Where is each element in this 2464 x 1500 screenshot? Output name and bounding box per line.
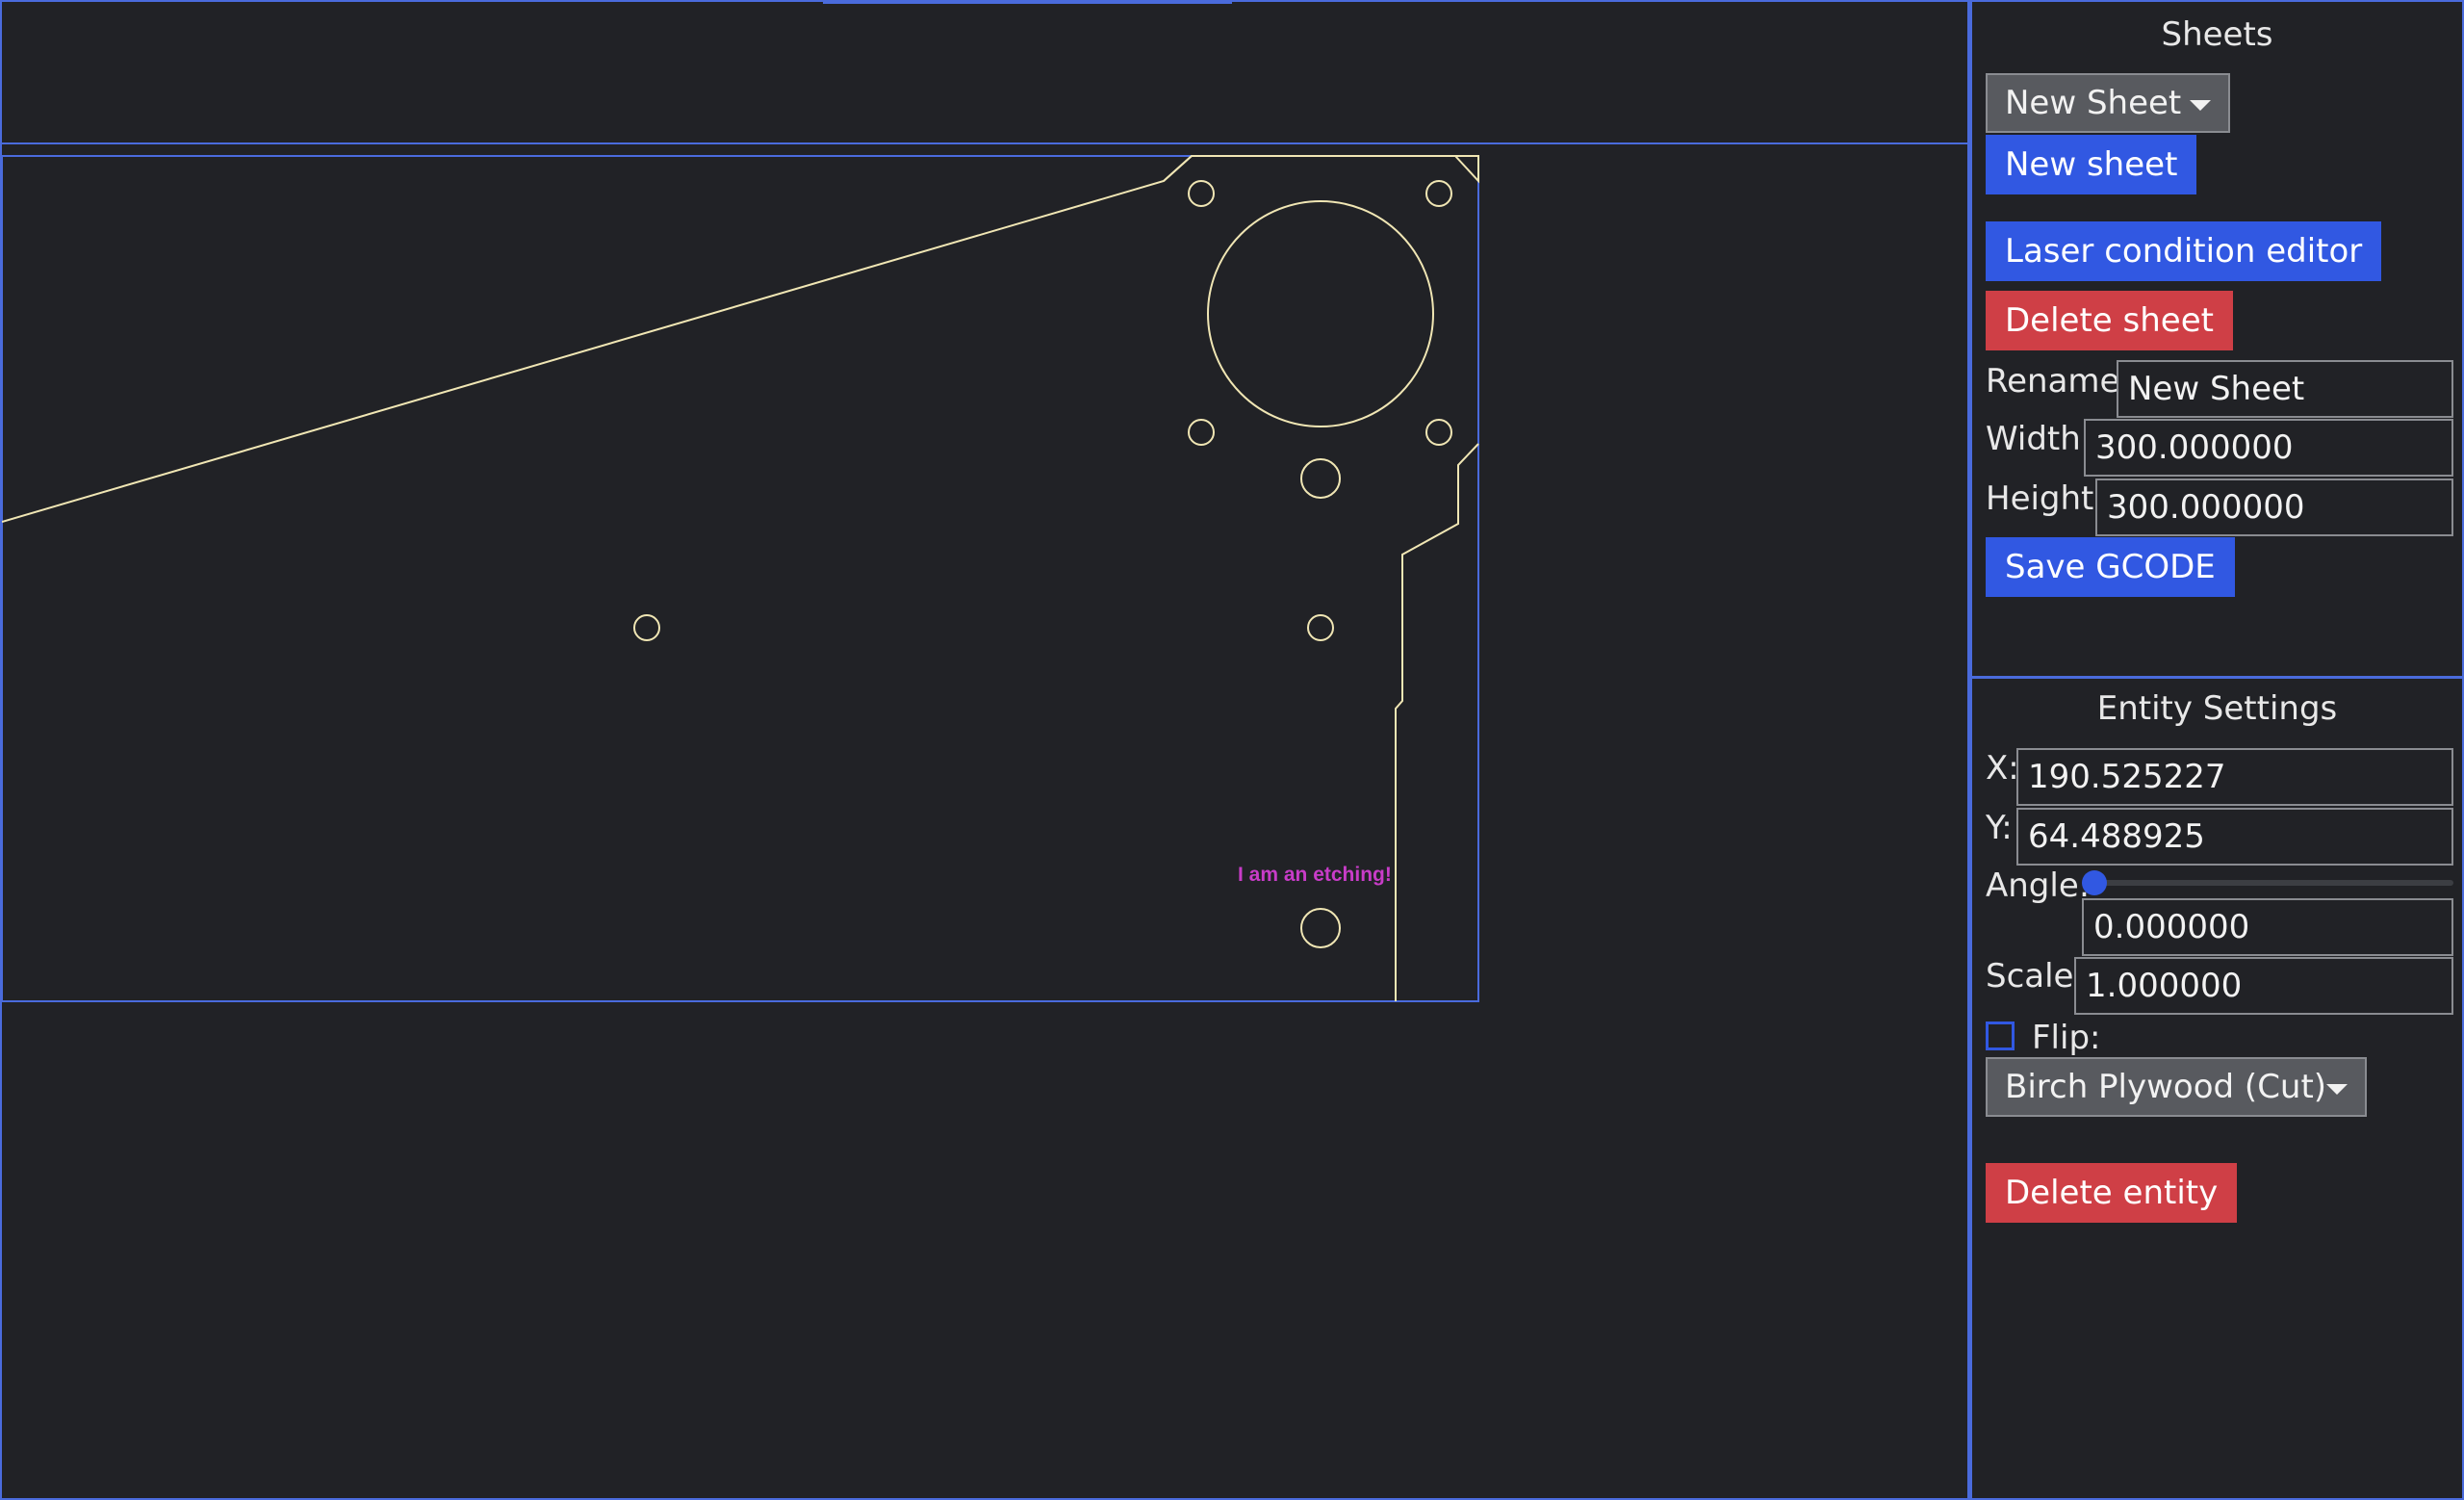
angle-slider[interactable]: [2082, 880, 2453, 886]
top-toolbar: [0, 0, 1969, 144]
sheet-drawing[interactable]: I am an etching!: [2, 144, 1969, 1492]
angle-field[interactable]: 0.000000: [2082, 898, 2453, 956]
chevron-down-icon: [2190, 100, 2211, 111]
scale-field[interactable]: 1.000000: [2074, 957, 2453, 1015]
entity-settings-title: Entity Settings: [2096, 689, 2338, 728]
width-label: Width:: [1986, 420, 2092, 458]
mount-hole-bl[interactable]: [1188, 419, 1215, 446]
flip-checkbox[interactable]: [1986, 1022, 2015, 1050]
sidebar: Sheets New Sheet New sheet Laser conditi…: [1969, 0, 2464, 1500]
angle-label: Angle:: [1986, 866, 2091, 905]
rename-label: Rename:: [1986, 362, 2131, 401]
part-outline-edge: [1163, 155, 1193, 182]
flip-label: Flip:: [2032, 1019, 2101, 1057]
mount-hole-br[interactable]: [1425, 419, 1452, 446]
mount-hole-tr[interactable]: [1425, 180, 1452, 207]
material-select-value: Birch Plywood (Cut): [2005, 1068, 2327, 1106]
sheet-canvas[interactable]: I am an etching!: [0, 144, 1969, 1500]
rename-field[interactable]: New Sheet: [2117, 360, 2453, 418]
mount-hole-tl[interactable]: [1188, 180, 1215, 207]
x-field[interactable]: 190.525227: [2016, 748, 2453, 806]
delete-entity-button[interactable]: Delete entity: [1986, 1163, 2238, 1223]
hole-left[interactable]: [633, 614, 660, 641]
large-hole[interactable]: [1207, 200, 1434, 427]
hole-mid[interactable]: [1300, 458, 1341, 499]
chevron-down-icon: [2326, 1084, 2348, 1095]
save-gcode-button[interactable]: Save GCODE: [1986, 537, 2235, 597]
angle-slider-thumb[interactable]: [2082, 870, 2107, 895]
hole-right[interactable]: [1307, 614, 1334, 641]
y-label: Y:: [1986, 809, 2013, 847]
height-field[interactable]: 300.000000: [2095, 478, 2453, 536]
y-field[interactable]: 64.488925: [2016, 808, 2453, 866]
x-label: X:: [1986, 749, 2019, 788]
active-tab-indicator[interactable]: [823, 0, 1232, 4]
etching-text[interactable]: I am an etching!: [1238, 864, 1392, 886]
laser-condition-editor-button[interactable]: Laser condition editor: [1986, 221, 2382, 281]
part-outline-right[interactable]: [1395, 443, 1479, 1001]
height-label: Height:: [1986, 479, 2105, 518]
material-select[interactable]: Birch Plywood (Cut): [1986, 1057, 2367, 1117]
sheet-select[interactable]: New Sheet: [1986, 73, 2230, 133]
scale-label: Scale:: [1986, 957, 2085, 996]
width-field[interactable]: 300.000000: [2084, 419, 2453, 477]
delete-sheet-button[interactable]: Delete sheet: [1986, 291, 2233, 350]
new-sheet-button[interactable]: New sheet: [1986, 135, 2197, 194]
hole-bottom[interactable]: [1300, 908, 1341, 948]
part-outline[interactable]: [2, 155, 1479, 523]
sheets-panel-title: Sheets: [2161, 15, 2273, 54]
sheet-select-value: New Sheet: [2005, 84, 2182, 122]
panel-divider: [1972, 676, 2462, 679]
